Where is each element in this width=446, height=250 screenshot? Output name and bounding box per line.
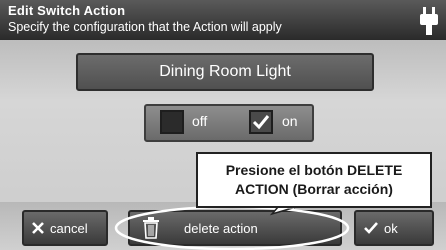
callout-line-1: Presione el botón DELETE — [225, 162, 403, 178]
callout-line-2: ACTION (Borrar acción) — [235, 181, 393, 197]
screen: Edit Switch Action Specify the configura… — [0, 0, 446, 250]
instruction-callout: Presione el botón DELETE ACTION (Borrar … — [196, 152, 432, 208]
callout-pointer — [269, 205, 297, 216]
